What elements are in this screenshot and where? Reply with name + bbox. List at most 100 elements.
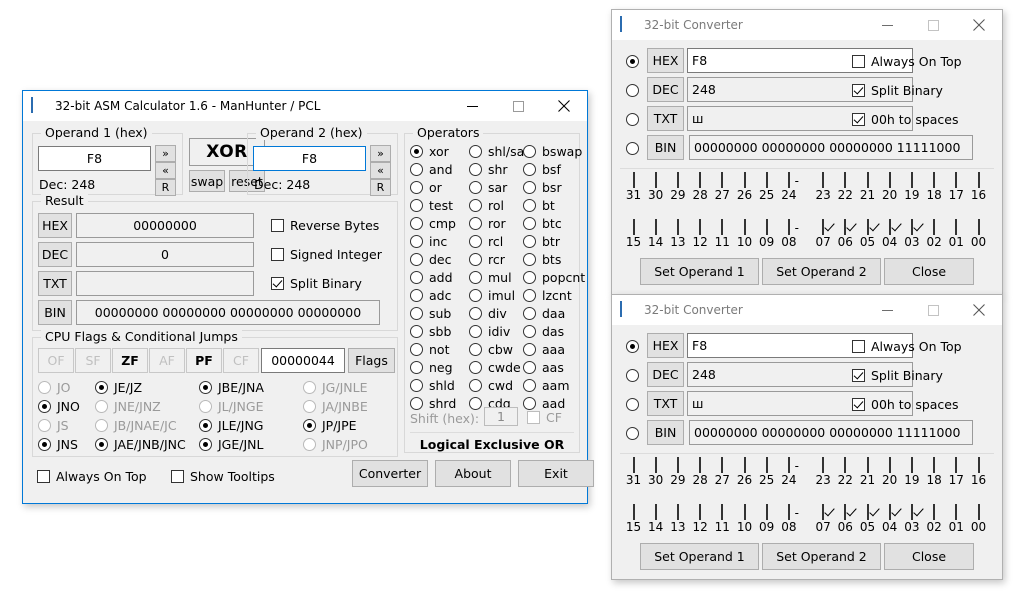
operator-radio-xor[interactable]: xor [410,144,449,159]
operator-radio-idiv[interactable]: idiv [469,324,510,339]
bit-cell-12[interactable]: 12 [690,220,711,249]
bit-cell-26[interactable]: 26 [734,458,755,487]
converter-radio-dec[interactable] [626,84,645,97]
bit-cell-06[interactable]: 06 [835,505,856,534]
bit-checkbox-07[interactable] [822,219,824,235]
converter-hex-button[interactable]: HEX [647,333,684,358]
operator-radio-popcnt[interactable]: popcnt [523,270,585,285]
converter-txt-button[interactable]: TXT [647,391,684,416]
bit-checkbox-07[interactable] [822,504,824,520]
converter-close-button[interactable]: Close [884,543,974,570]
bit-checkbox-31[interactable] [633,457,635,473]
signed-integer-checkbox[interactable]: Signed Integer [271,247,382,262]
operator-radio-neg[interactable]: neg [410,360,453,375]
flag-box-of[interactable]: OF [38,348,74,373]
operator-radio-or[interactable]: or [410,180,442,195]
main-window-titlebar[interactable]: 32-bit ASM Calculator 1.6 - ManHunter / … [23,91,587,121]
maximize-button[interactable] [910,10,956,40]
result-bin-field[interactable]: 00000000 00000000 00000000 00000000 [76,300,380,325]
bit-checkbox-30[interactable] [655,457,657,473]
converter-option-always-on-top[interactable]: Always On Top [852,54,962,69]
operator-radio-shl-sal[interactable]: shl/sal [469,144,528,159]
show-tooltips-checkbox[interactable]: Show Tooltips [171,469,275,484]
converter-close-button[interactable]: Close [884,258,974,285]
bit-checkbox-06[interactable] [844,504,846,520]
bit-cell-01[interactable]: 01 [946,505,967,534]
operator-radio-inc[interactable]: inc [410,234,447,249]
jump-radio-jge-jnl[interactable]: JGE/JNL [199,437,263,452]
bit-checkbox-06[interactable] [844,219,846,235]
converter-option-split-binary[interactable]: Split Binary [852,83,943,98]
bit-checkbox-05[interactable] [867,504,869,520]
converter-radio-hex[interactable] [626,340,645,353]
operator-radio-rcl[interactable]: rcl [469,234,503,249]
jump-radio-jae-jnb-jnc[interactable]: JAE/JNB/JNC [95,437,186,452]
close-button[interactable] [956,295,1002,325]
bit-checkbox-26[interactable] [744,457,746,473]
result-bin-button[interactable]: BIN [38,300,72,325]
bit-cell-17[interactable]: 17 [946,173,967,202]
bit-cell-18[interactable]: 18 [924,173,945,202]
bit-cell-03[interactable]: 03 [901,505,922,534]
bit-checkbox-25[interactable] [766,172,768,188]
operator-radio-aam[interactable]: aam [523,378,570,393]
bit-cell-13[interactable]: 13 [667,505,688,534]
bit-cell-30[interactable]: 30 [645,458,666,487]
converter-option-split-binary[interactable]: Split Binary [852,368,943,383]
converter-txt-button[interactable]: TXT [647,106,684,131]
bit-checkbox-09[interactable] [766,504,768,520]
bit-cell-27[interactable]: 27 [712,173,733,202]
jump-radio-jbe-jna[interactable]: JBE/JNA [199,380,264,395]
flag-box-sf[interactable]: SF [75,348,111,373]
bit-cell-00[interactable]: 00 [968,220,989,249]
operator-radio-cwde[interactable]: cwde [469,360,521,375]
operator-radio-imul[interactable]: imul [469,288,515,303]
operand2-shift-left-button[interactable]: « [370,162,391,179]
bit-checkbox-15[interactable] [633,504,635,520]
bit-checkbox-13[interactable] [677,504,679,520]
operator-radio-cmp[interactable]: cmp [410,216,456,231]
converter-button[interactable]: Converter [352,460,428,487]
maximize-button[interactable] [910,295,956,325]
converter-option-00h-to-spaces[interactable]: 00h to spaces [852,112,959,127]
converter-option-always-on-top[interactable]: Always On Top [852,339,962,354]
bit-checkbox-26[interactable] [744,172,746,188]
jump-radio-jp-jpe[interactable]: JP/JPE [303,418,357,433]
jump-radio-jl-jnge[interactable]: JL/JNGE [199,399,263,414]
converter-radio-dec[interactable] [626,369,645,382]
converter-bin-field[interactable]: 00000000 00000000 00000000 11111000 [689,135,973,160]
converter-titlebar[interactable]: 32-bit Converter [612,10,1002,40]
operator-radio-bsr[interactable]: bsr [523,180,562,195]
bit-cell-11[interactable]: 11 [712,220,733,249]
bit-checkbox-30[interactable] [655,172,657,188]
flags-button[interactable]: Flags [348,348,395,373]
bit-cell-01[interactable]: 01 [946,220,967,249]
operator-radio-rcr[interactable]: rcr [469,252,505,267]
cf-checkbox[interactable]: CF [527,410,562,425]
converter-radio-txt[interactable] [626,113,645,126]
bit-checkbox-01[interactable] [955,504,957,520]
bit-checkbox-23[interactable] [822,172,824,188]
bit-cell-07[interactable]: 07 [813,220,834,249]
bit-checkbox-12[interactable] [699,219,701,235]
bit-cell-13[interactable]: 13 [667,220,688,249]
jump-radio-jg-jnle[interactable]: JG/JNLE [303,380,367,395]
bit-checkbox-14[interactable] [655,219,657,235]
result-dec-button[interactable]: DEC [38,242,72,267]
bit-cell-07[interactable]: 07 [813,505,834,534]
bit-checkbox-23[interactable] [822,457,824,473]
result-txt-button[interactable]: TXT [38,271,72,296]
bit-checkbox-10[interactable] [744,219,746,235]
converter-bin-button[interactable]: BIN [647,135,684,160]
bit-checkbox-05[interactable] [867,219,869,235]
bit-checkbox-14[interactable] [655,504,657,520]
converter-titlebar[interactable]: 32-bit Converter [612,295,1002,325]
converter-bin-field[interactable]: 00000000 00000000 00000000 11111000 [689,420,973,445]
jump-radio-jo[interactable]: JO [38,380,71,395]
bit-checkbox-17[interactable] [955,172,957,188]
result-hex-field[interactable]: 00000000 [76,213,254,238]
bit-cell-31[interactable]: 31 [623,173,644,202]
operand2-shift-right-button[interactable]: » [370,145,391,162]
operator-radio-div[interactable]: div [469,306,507,321]
bit-checkbox-16[interactable] [978,172,980,188]
